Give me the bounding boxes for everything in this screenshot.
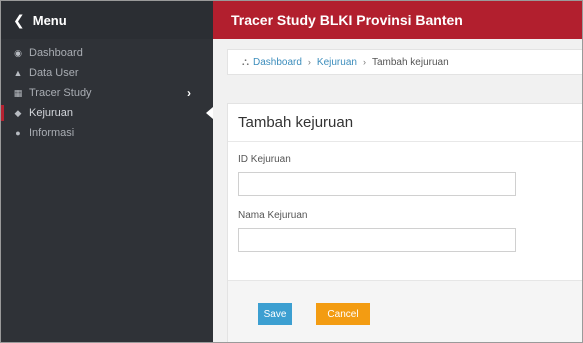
breadcrumb-separator: › — [307, 57, 311, 67]
form-panel: Tambah kejuruan ID Kejuruan Nama Kejurua… — [227, 103, 582, 342]
sidebar-item-label: Kejuruan — [29, 107, 74, 119]
chevron-right-icon: › — [187, 86, 191, 100]
breadcrumb-dashboard[interactable]: Dashboard — [253, 57, 302, 68]
sidebar-item-label: Data User — [29, 67, 79, 79]
menu-label: Menu — [32, 12, 67, 28]
menu-toggle[interactable]: ❮ Menu — [1, 1, 213, 39]
sidebar-item-data-user[interactable]: ▲ Data User — [1, 63, 213, 83]
save-button[interactable]: Save — [258, 303, 292, 325]
sidebar-item-dashboard[interactable]: ◉ Dashboard — [1, 43, 213, 63]
sidebar-item-kejuruan[interactable]: ◆ Kejuruan — [1, 103, 213, 123]
table-icon: ▦ — [13, 87, 23, 98]
nama-kejuruan-label: Nama Kejuruan — [238, 210, 308, 221]
breadcrumb-kejuruan[interactable]: Kejuruan — [317, 57, 357, 68]
sidebar-item-label: Tracer Study — [29, 87, 92, 99]
id-kejuruan-label: ID Kejuruan — [238, 154, 291, 165]
app-window: ❮ Menu ◉ Dashboard ▲ Data User ▦ Tracer … — [0, 0, 583, 343]
sidebar: ❮ Menu ◉ Dashboard ▲ Data User ▦ Tracer … — [1, 1, 213, 342]
sidebar-item-label: Dashboard — [29, 47, 83, 59]
nama-kejuruan-field[interactable] — [238, 228, 516, 252]
sidebar-item-informasi[interactable]: ● Informasi — [1, 123, 213, 143]
breadcrumb: ⛬ Dashboard › Kejuruan › Tambah kejuruan — [227, 49, 582, 75]
tag-icon: ◆ — [14, 107, 22, 118]
cancel-button[interactable]: Cancel — [316, 303, 370, 325]
sidebar-item-label: Informasi — [29, 127, 75, 139]
breadcrumb-current: Tambah kejuruan — [371, 56, 449, 68]
id-kejuruan-field[interactable] — [238, 172, 516, 196]
sidebar-item-tracer-study[interactable]: ▦ Tracer Study › — [1, 83, 213, 103]
home-icon: ⛬ — [242, 56, 249, 68]
breadcrumb-separator: › — [362, 57, 366, 67]
form-footer: Save Cancel — [228, 280, 582, 342]
dashboard-icon: ◉ — [14, 47, 22, 58]
app-header: Tracer Study BLKI Provinsi Banten — [213, 1, 582, 39]
main-content: ⛬ Dashboard › Kejuruan › Tambah kejuruan… — [213, 39, 582, 342]
chevron-left-icon: ❮ — [13, 11, 25, 28]
page-title: Tambah kejuruan — [228, 104, 582, 142]
user-icon: ▲ — [13, 68, 23, 78]
app-title: Tracer Study BLKI Provinsi Banten — [231, 12, 463, 28]
globe-icon: ● — [15, 128, 21, 138]
